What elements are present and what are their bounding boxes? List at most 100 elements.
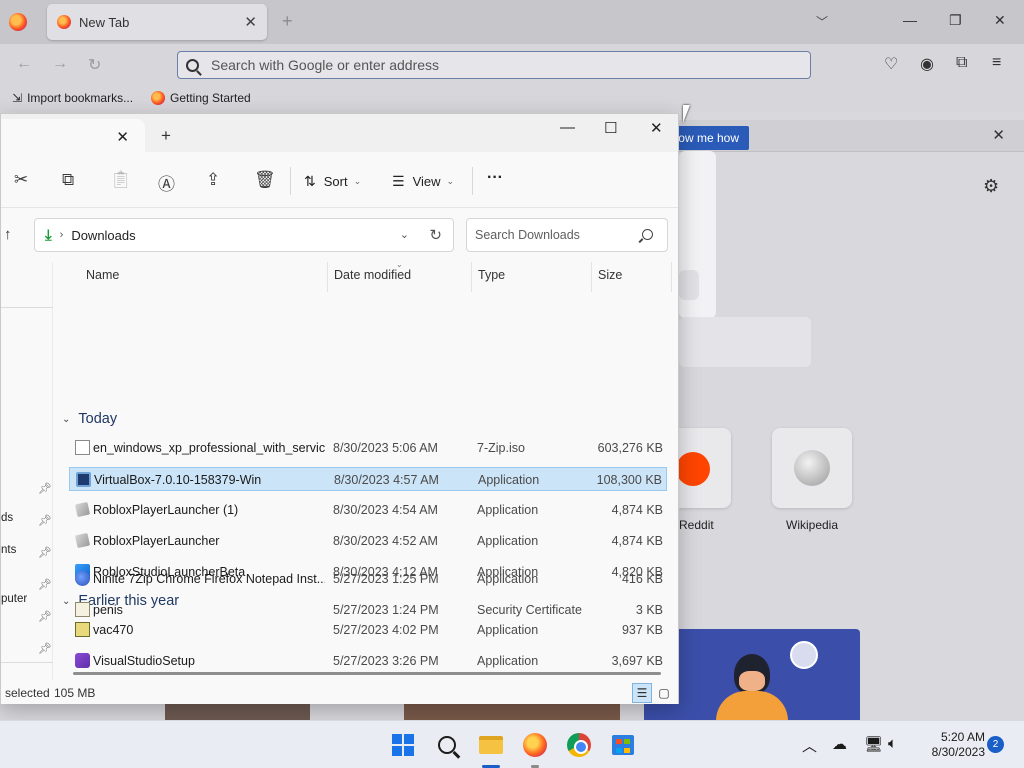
up-arrow-icon[interactable]: ↑ — [4, 226, 12, 243]
file-row[interactable]: Ninite 7Zip Chrome Firefox Notepad Inst.… — [69, 567, 667, 591]
new-tab-button[interactable]: + — [161, 126, 171, 146]
column-divider[interactable] — [471, 262, 472, 292]
column-type[interactable]: Type — [478, 268, 505, 292]
view-button[interactable]: ☰ View ⌄ — [392, 173, 454, 190]
nav-item-downloads[interactable]: ds 📌︎ — [1, 512, 53, 532]
close-window-icon[interactable]: ✕ — [994, 12, 1006, 29]
restore-icon[interactable]: ❐ — [949, 12, 962, 29]
file-size: 4,874 KB — [611, 534, 663, 548]
close-notice-icon[interactable]: ✕ — [992, 126, 1005, 144]
file-name: penis — [93, 603, 123, 617]
roblox-icon — [74, 532, 91, 549]
file-type: Application — [477, 503, 539, 517]
file-row[interactable]: en_windows_xp_professional_with_servic..… — [69, 436, 667, 460]
column-divider[interactable] — [671, 262, 672, 292]
store-button[interactable] — [609, 731, 637, 759]
back-icon[interactable]: ← — [16, 55, 32, 73]
dialog-button[interactable] — [679, 270, 699, 300]
view-label: View — [412, 174, 441, 189]
account-icon[interactable]: ◉ — [920, 54, 934, 74]
system-clock[interactable]: 5:20 AM 8/30/2023 — [913, 730, 985, 760]
new-tab-button[interactable]: + — [282, 11, 293, 32]
search-input[interactable]: Search Downloads — [466, 218, 668, 252]
file-row[interactable]: RobloxPlayerLauncher 8/30/2023 4:52 AM A… — [69, 529, 667, 553]
nav-item-this-pc[interactable]: puter — [1, 593, 53, 613]
file-row-selected[interactable]: VirtualBox-7.0.10-158379-Win 8/30/2023 4… — [69, 467, 667, 491]
search-card[interactable] — [679, 317, 811, 367]
notification-badge[interactable]: 2 — [987, 736, 1004, 753]
horizontal-scrollbar[interactable] — [73, 672, 661, 675]
clock-date: 8/30/2023 — [931, 745, 985, 759]
cut-icon[interactable]: ✂ — [14, 170, 28, 190]
file-explorer-button[interactable] — [477, 731, 505, 759]
explorer-tab-downloads[interactable]: ✕ — [1, 119, 145, 152]
file-row[interactable]: RobloxPlayerLauncher (1) 8/30/2023 4:54 … — [69, 498, 667, 522]
mouse-cursor — [683, 105, 697, 123]
firefox-icon[interactable] — [9, 13, 27, 31]
file-size: 416 KB — [621, 572, 663, 586]
firefox-button[interactable] — [521, 731, 549, 759]
group-header-today[interactable]: ⌄ Today — [62, 411, 117, 427]
forward-icon[interactable]: → — [52, 55, 68, 73]
shortcut-label: Wikipedia — [786, 518, 839, 532]
minimize-icon[interactable]: — — [560, 119, 575, 136]
nav-label: puter — [1, 593, 28, 605]
details-view-icon[interactable]: ☰ — [632, 683, 652, 703]
list-all-tabs-icon[interactable]: ﹀ — [816, 13, 828, 30]
nav-item[interactable]: 📌︎ — [1, 640, 53, 660]
windows-icon — [392, 734, 414, 756]
gear-icon[interactable]: ⚙ — [983, 176, 999, 197]
copy-icon[interactable]: ⧉ — [62, 170, 74, 190]
column-divider[interactable] — [591, 262, 592, 292]
chrome-button[interactable] — [565, 731, 593, 759]
chevron-up-icon[interactable]: ︿ — [802, 735, 817, 756]
file-type: Application — [477, 654, 539, 668]
reddit-icon — [676, 452, 710, 486]
bookmark-getting-started[interactable]: Getting Started — [151, 91, 251, 105]
refresh-icon[interactable]: ↻ — [429, 226, 442, 244]
reload-icon[interactable]: ↻ — [88, 55, 101, 75]
iso-file-icon — [75, 440, 90, 455]
breadcrumb-chevron-icon[interactable]: › — [60, 229, 64, 241]
url-bar[interactable]: Search with Google or enter address — [177, 51, 811, 79]
column-divider[interactable] — [327, 262, 328, 292]
rename-icon[interactable]: Ⓐ — [158, 170, 175, 195]
bookmark-import[interactable]: ⇲ Import bookmarks... — [12, 91, 133, 105]
nav-item-documents[interactable]: nts 📌︎ — [1, 544, 53, 564]
extensions-icon[interactable]: ⧉ — [956, 54, 967, 72]
column-size[interactable]: Size — [598, 268, 622, 292]
nav-item[interactable]: 📌︎ — [1, 480, 53, 500]
onedrive-icon[interactable]: ☁ — [832, 735, 847, 753]
story-image-strip[interactable] — [165, 704, 310, 720]
maximize-icon[interactable]: ☐ — [604, 119, 617, 137]
network-icon[interactable]: 🖥︎ — [864, 735, 883, 753]
tiles-view-icon[interactable]: ▢ — [654, 683, 674, 703]
file-date: 8/30/2023 5:06 AM — [333, 441, 438, 455]
share-icon[interactable]: ⇪ — [206, 170, 220, 190]
minimize-icon[interactable]: — — [903, 12, 917, 28]
sort-button[interactable]: ⇅ Sort ⌄ — [304, 173, 361, 190]
url-placeholder: Search with Google or enter address — [211, 57, 440, 73]
search-button[interactable] — [433, 731, 461, 759]
pocket-icon[interactable]: ♡ — [884, 54, 898, 74]
firefox-tab-new-tab[interactable]: New Tab ✕ — [47, 4, 267, 40]
close-tab-icon[interactable]: ✕ — [244, 13, 257, 31]
column-name[interactable]: Name — [86, 268, 119, 292]
file-row[interactable]: penis 5/27/2023 1:24 PM Security Certifi… — [69, 598, 667, 622]
breadcrumb-downloads[interactable]: Downloads — [71, 228, 135, 243]
menu-icon[interactable]: ≡ — [992, 54, 1001, 72]
start-button[interactable] — [389, 731, 417, 759]
close-window-icon[interactable]: ✕ — [650, 119, 663, 137]
file-date: 8/30/2023 4:57 AM — [334, 473, 439, 487]
chevron-down-icon[interactable]: ⌄ — [400, 228, 409, 241]
column-date-modified[interactable]: Date modified — [334, 268, 411, 292]
paste-icon[interactable]: 📋︎ — [110, 170, 132, 190]
volume-icon[interactable]: 🔈︎ — [888, 735, 897, 752]
close-tab-icon[interactable]: ✕ — [116, 128, 129, 146]
delete-icon[interactable]: 🗑︎ — [254, 170, 276, 190]
more-options-button[interactable]: ··· — [487, 169, 503, 187]
address-bar[interactable]: ⤓ › Downloads ⌄ ↻ — [34, 218, 454, 252]
file-row[interactable]: VisualStudioSetup 5/27/2023 3:26 PM Appl… — [69, 649, 667, 673]
story-image-strip[interactable] — [404, 704, 620, 720]
show-me-how-button[interactable]: ow me how — [670, 126, 749, 150]
